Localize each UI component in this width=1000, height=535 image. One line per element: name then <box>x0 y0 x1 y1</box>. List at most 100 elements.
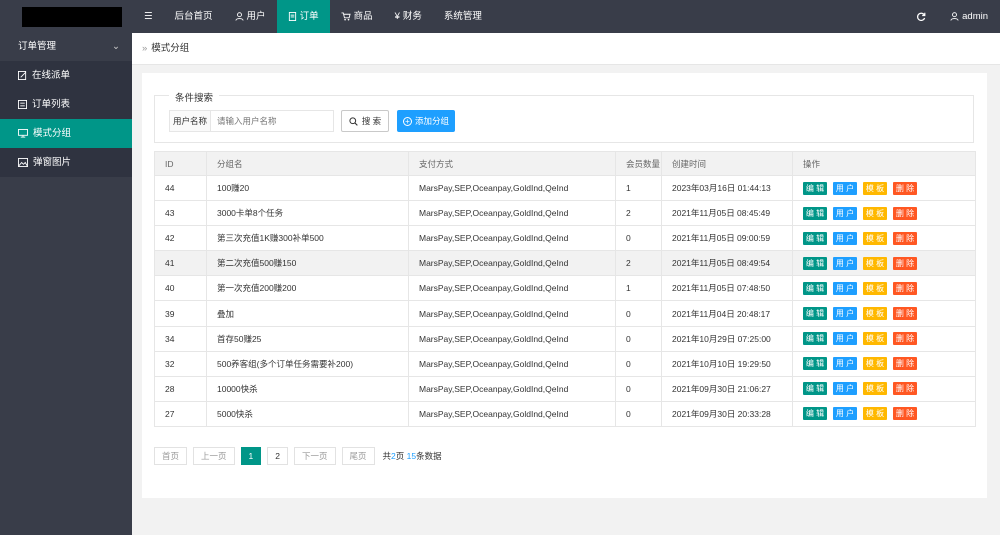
template-button[interactable]: 模 板 <box>863 407 887 421</box>
user-button[interactable]: 用 户 <box>833 281 857 295</box>
pagination: 首页 上一页 1 2 下一页 尾页 共2页 15条数据 <box>154 447 442 465</box>
edit-button[interactable]: 编 辑 <box>803 332 827 346</box>
user-icon <box>950 12 959 21</box>
page-button-1[interactable]: 1 <box>240 447 262 465</box>
refresh-icon <box>917 12 926 21</box>
edit-button[interactable]: 编 辑 <box>803 357 827 371</box>
document-icon <box>288 12 296 21</box>
edit-button[interactable]: 编 辑 <box>803 206 827 220</box>
cell-group-name: 第三次充值1K赚300补单500 <box>206 225 409 252</box>
next-page-button[interactable]: 下一页 <box>294 447 336 465</box>
search-legend: 条件搜索 <box>169 90 220 104</box>
cell-group-name: 10000快杀 <box>206 375 409 402</box>
delete-button[interactable]: 删 除 <box>893 181 917 195</box>
column-header-count: 会员数量 <box>615 151 662 176</box>
user-button[interactable]: 用 户 <box>833 181 857 195</box>
plus-circle-icon: + <box>402 116 412 126</box>
cell-actions: 编 辑用 户模 板删 除 <box>792 325 976 352</box>
search-button[interactable]: 搜 索 <box>341 110 389 132</box>
cell-actions: 编 辑用 户模 板删 除 <box>792 200 976 227</box>
template-button[interactable]: 模 板 <box>863 357 887 371</box>
row-actions: 编 辑用 户模 板删 除 <box>803 181 975 195</box>
search-button-label: 搜 索 <box>361 116 382 126</box>
edit-button[interactable]: 编 辑 <box>803 407 827 421</box>
delete-button[interactable]: 删 除 <box>893 231 917 245</box>
table-row: 32 500养客组(多个订单任务需要补200) MarsPay,SEP,Oceanp… <box>154 350 976 377</box>
edit-button[interactable]: 编 辑 <box>803 231 827 245</box>
row-actions: 编 辑用 户模 板删 除 <box>803 231 975 245</box>
edit-button[interactable]: 编 辑 <box>803 256 827 270</box>
cell-created-time: 2021年09月30日 20:33:28 <box>661 400 793 427</box>
first-page-button[interactable]: 首页 <box>154 447 188 465</box>
table-row: 40 第一次充值200赚200 MarsPay,SEP,Oceanpay,GoldI… <box>154 275 976 302</box>
user-button[interactable]: 用 户 <box>833 332 857 346</box>
delete-button[interactable]: 删 除 <box>893 357 917 371</box>
breadcrumb-label: 模式分组 <box>151 43 190 54</box>
user-button[interactable]: 用 户 <box>833 307 857 321</box>
template-button[interactable]: 模 板 <box>863 382 887 396</box>
template-button[interactable]: 模 板 <box>863 256 887 270</box>
delete-button[interactable]: 删 除 <box>893 281 917 295</box>
sidebar-group-orders[interactable]: 订单管理 ⌄ <box>0 33 132 61</box>
cell-created-time: 2021年10月29日 07:25:00 <box>661 325 793 352</box>
sidebar-item-mode-group[interactable]: 模式分组 <box>0 119 132 148</box>
user-button[interactable]: 用 户 <box>833 407 857 421</box>
cell-actions: 编 辑用 户模 板删 除 <box>792 225 976 252</box>
cell-group-name: 5000快杀 <box>206 400 409 427</box>
edit-button[interactable]: 编 辑 <box>803 181 827 195</box>
nav-item-finance[interactable]: ¥ 财务 <box>384 0 433 33</box>
template-button[interactable]: 模 板 <box>863 231 887 245</box>
template-button[interactable]: 模 板 <box>863 206 887 220</box>
user-button[interactable]: 用 户 <box>833 382 857 396</box>
add-group-button[interactable]: + 添加分组 <box>397 110 455 132</box>
column-header-pay: 支付方式 <box>408 151 616 176</box>
cell-actions: 编 辑用 户模 板删 除 <box>792 275 976 302</box>
user-button[interactable]: 用 户 <box>833 231 857 245</box>
username-label: 用户名称 <box>169 110 211 132</box>
template-button[interactable]: 模 板 <box>863 332 887 346</box>
page-button-2[interactable]: 2 <box>267 447 288 465</box>
sidebar-item-popup-image[interactable]: 弹窗图片 <box>0 148 132 177</box>
delete-button[interactable]: 删 除 <box>893 307 917 321</box>
sidebar-item-online-dispatch[interactable]: 在线派单 <box>0 61 132 90</box>
delete-button[interactable]: 删 除 <box>893 407 917 421</box>
template-button[interactable]: 模 板 <box>863 181 887 195</box>
nav-item-home[interactable]: 后台首页 <box>164 0 224 33</box>
nav-item-system[interactable]: 系统管理 <box>433 0 493 33</box>
menu-toggle-button[interactable]: ☰ <box>133 0 164 33</box>
user-button[interactable]: 用 户 <box>833 256 857 270</box>
edit-button[interactable]: 编 辑 <box>803 382 827 396</box>
delete-button[interactable]: 删 除 <box>893 382 917 396</box>
cell-created-time: 2023年03月16日 01:44:13 <box>661 174 793 202</box>
nav-item-goods[interactable]: 商品 <box>330 0 384 33</box>
column-header-name: 分组名 <box>206 151 409 176</box>
cell-actions: 编 辑用 户模 板删 除 <box>792 375 976 402</box>
nav-item-users[interactable]: 用户 <box>224 0 277 33</box>
user-button[interactable]: 用 户 <box>833 206 857 220</box>
edit-button[interactable]: 编 辑 <box>803 281 827 295</box>
prev-page-button[interactable]: 上一页 <box>193 447 235 465</box>
username-search-input[interactable] <box>211 110 334 132</box>
user-icon <box>234 12 244 21</box>
cell-member-count: 0 <box>615 300 662 327</box>
last-page-button[interactable]: 尾页 <box>341 447 375 465</box>
template-button[interactable]: 模 板 <box>863 307 887 321</box>
table-row: 43 3000卡单8个任务 MarsPay,SEP,Oceanpay,GoldInd… <box>154 200 976 227</box>
user-button[interactable]: 用 户 <box>833 357 857 371</box>
edit-button[interactable]: 编 辑 <box>803 307 827 321</box>
template-button[interactable]: 模 板 <box>863 281 887 295</box>
sidebar-item-order-list[interactable]: 订单列表 <box>0 90 132 119</box>
nav-item-orders[interactable]: 订单 <box>276 0 330 33</box>
cell-pay-methods: MarsPay,SEP,Oceanpay,GoldInd,QeInd <box>408 275 616 302</box>
delete-button[interactable]: 删 除 <box>893 332 917 346</box>
cell-group-name: 第二次充值500赚150 <box>206 250 409 277</box>
admin-menu[interactable]: admin <box>938 0 1000 33</box>
nav-label: 用户 <box>246 11 266 22</box>
cell-group-name: 100赚20 <box>206 174 409 202</box>
delete-button[interactable]: 删 除 <box>893 256 917 270</box>
delete-button[interactable]: 删 除 <box>893 206 917 220</box>
row-actions: 编 辑用 户模 板删 除 <box>803 357 975 371</box>
cell-created-time: 2021年11月05日 09:00:59 <box>661 225 793 252</box>
refresh-button[interactable] <box>904 0 938 33</box>
cell-id: 41 <box>154 250 207 277</box>
